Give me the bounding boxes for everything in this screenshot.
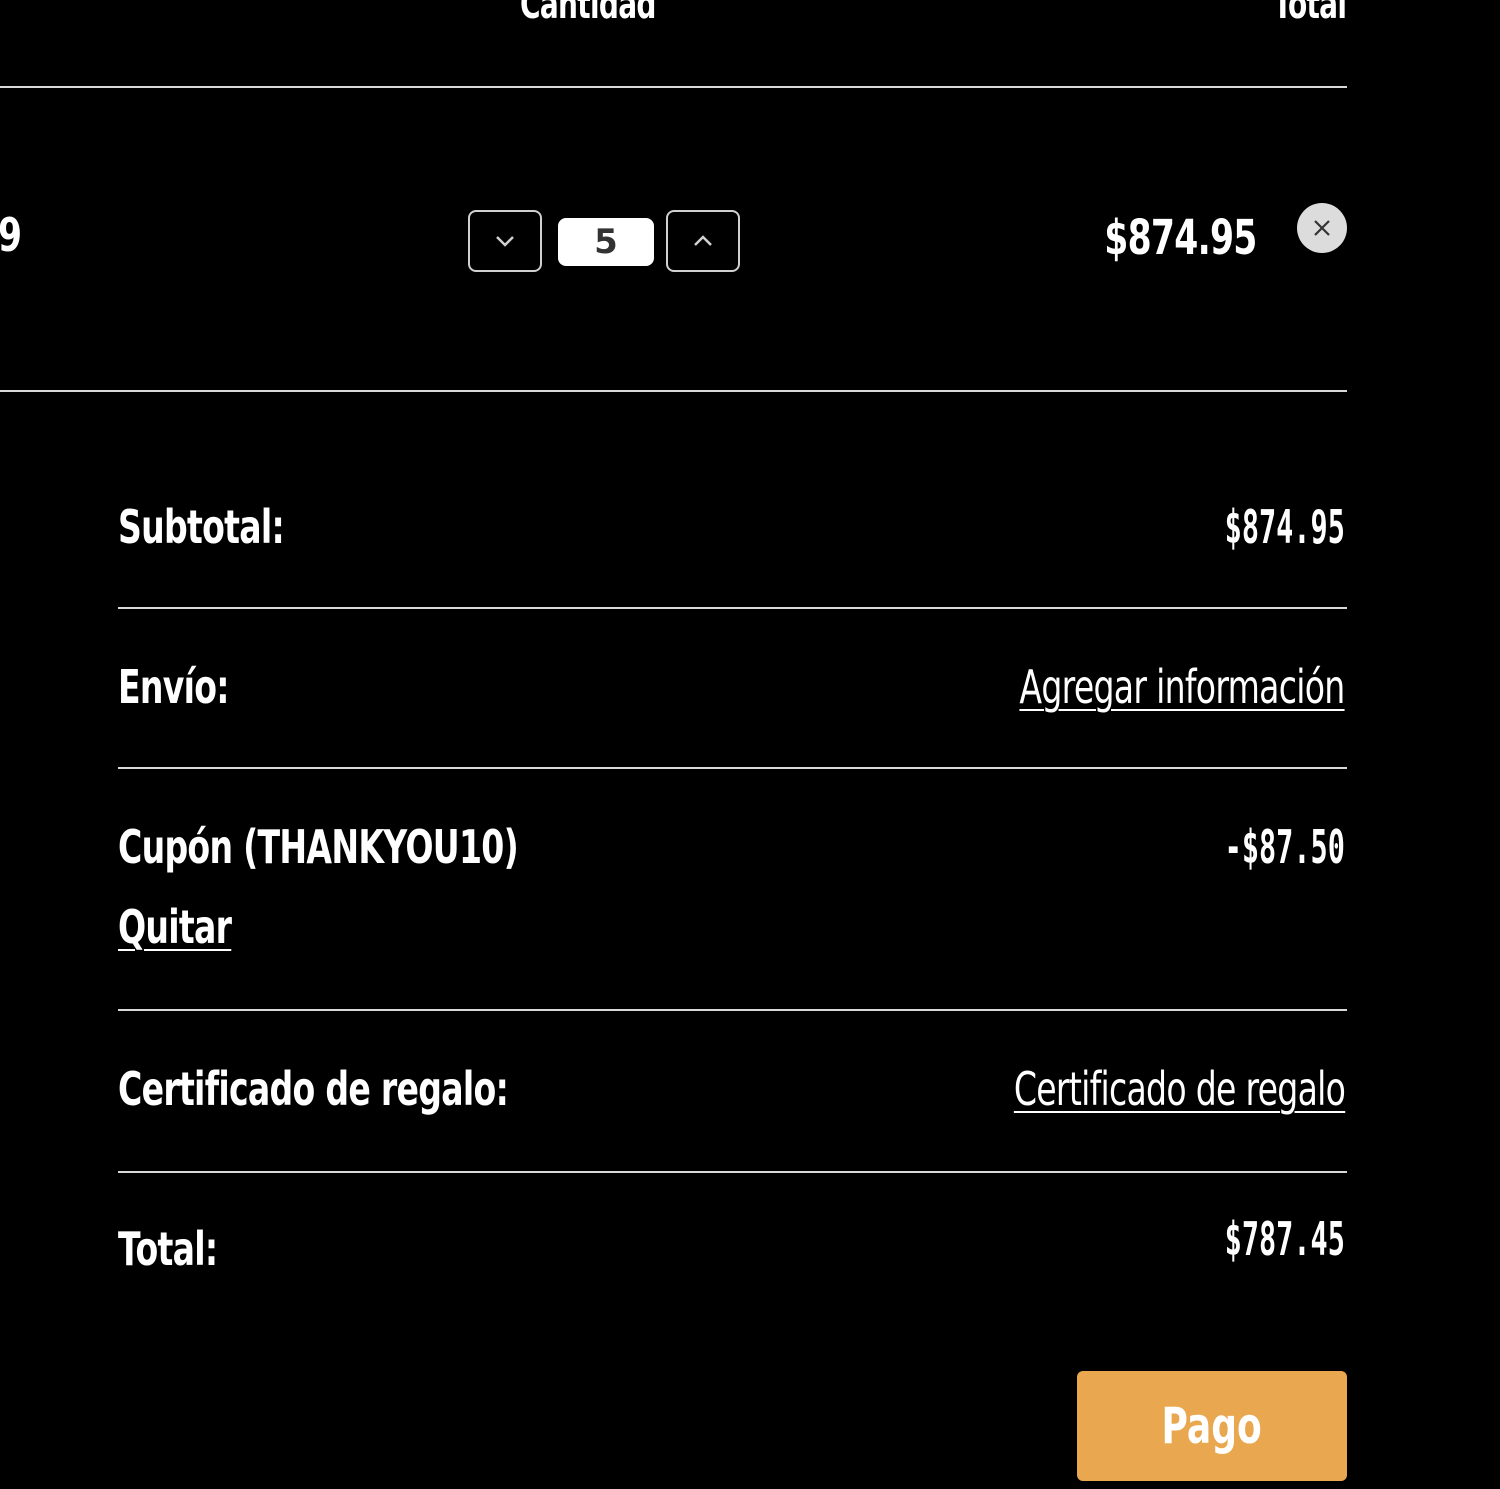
divider: [0, 390, 1347, 392]
coupon-label: Cupón (THANKYOU10): [118, 820, 519, 874]
close-icon: [1314, 220, 1330, 236]
item-price: 9: [0, 208, 23, 262]
remove-coupon-link[interactable]: Quitar: [118, 900, 232, 954]
add-shipping-info-link[interactable]: Agregar información: [1020, 660, 1346, 714]
gift-certificate-label: Certificado de regalo:: [118, 1062, 509, 1116]
divider: [118, 1171, 1347, 1173]
divider: [118, 1009, 1347, 1011]
item-line-total: $874.95: [1104, 210, 1258, 266]
decrease-quantity-button[interactable]: [468, 210, 542, 272]
increase-quantity-button[interactable]: [666, 210, 740, 272]
quantity-input[interactable]: 5: [558, 218, 654, 266]
divider: [0, 86, 1347, 88]
remove-item-button[interactable]: [1297, 203, 1347, 253]
divider: [118, 607, 1347, 609]
chevron-down-icon: [496, 236, 514, 247]
total-value: $787.45: [1224, 1212, 1345, 1266]
checkout-button-label: Pago: [1161, 1397, 1263, 1455]
divider: [118, 767, 1347, 769]
coupon-discount-value: -$87.50: [1224, 820, 1345, 874]
column-header-total: Total: [1273, 0, 1347, 28]
checkout-button[interactable]: Pago: [1077, 1371, 1347, 1481]
column-header-quantity: Cantidad: [520, 0, 656, 28]
chevron-up-icon: [694, 235, 712, 246]
subtotal-value: $874.95: [1224, 500, 1345, 554]
total-label: Total:: [118, 1222, 218, 1276]
shipping-label: Envío:: [118, 660, 230, 714]
subtotal-label: Subtotal:: [118, 500, 285, 554]
gift-certificate-link[interactable]: Certificado de regalo: [1014, 1062, 1346, 1116]
